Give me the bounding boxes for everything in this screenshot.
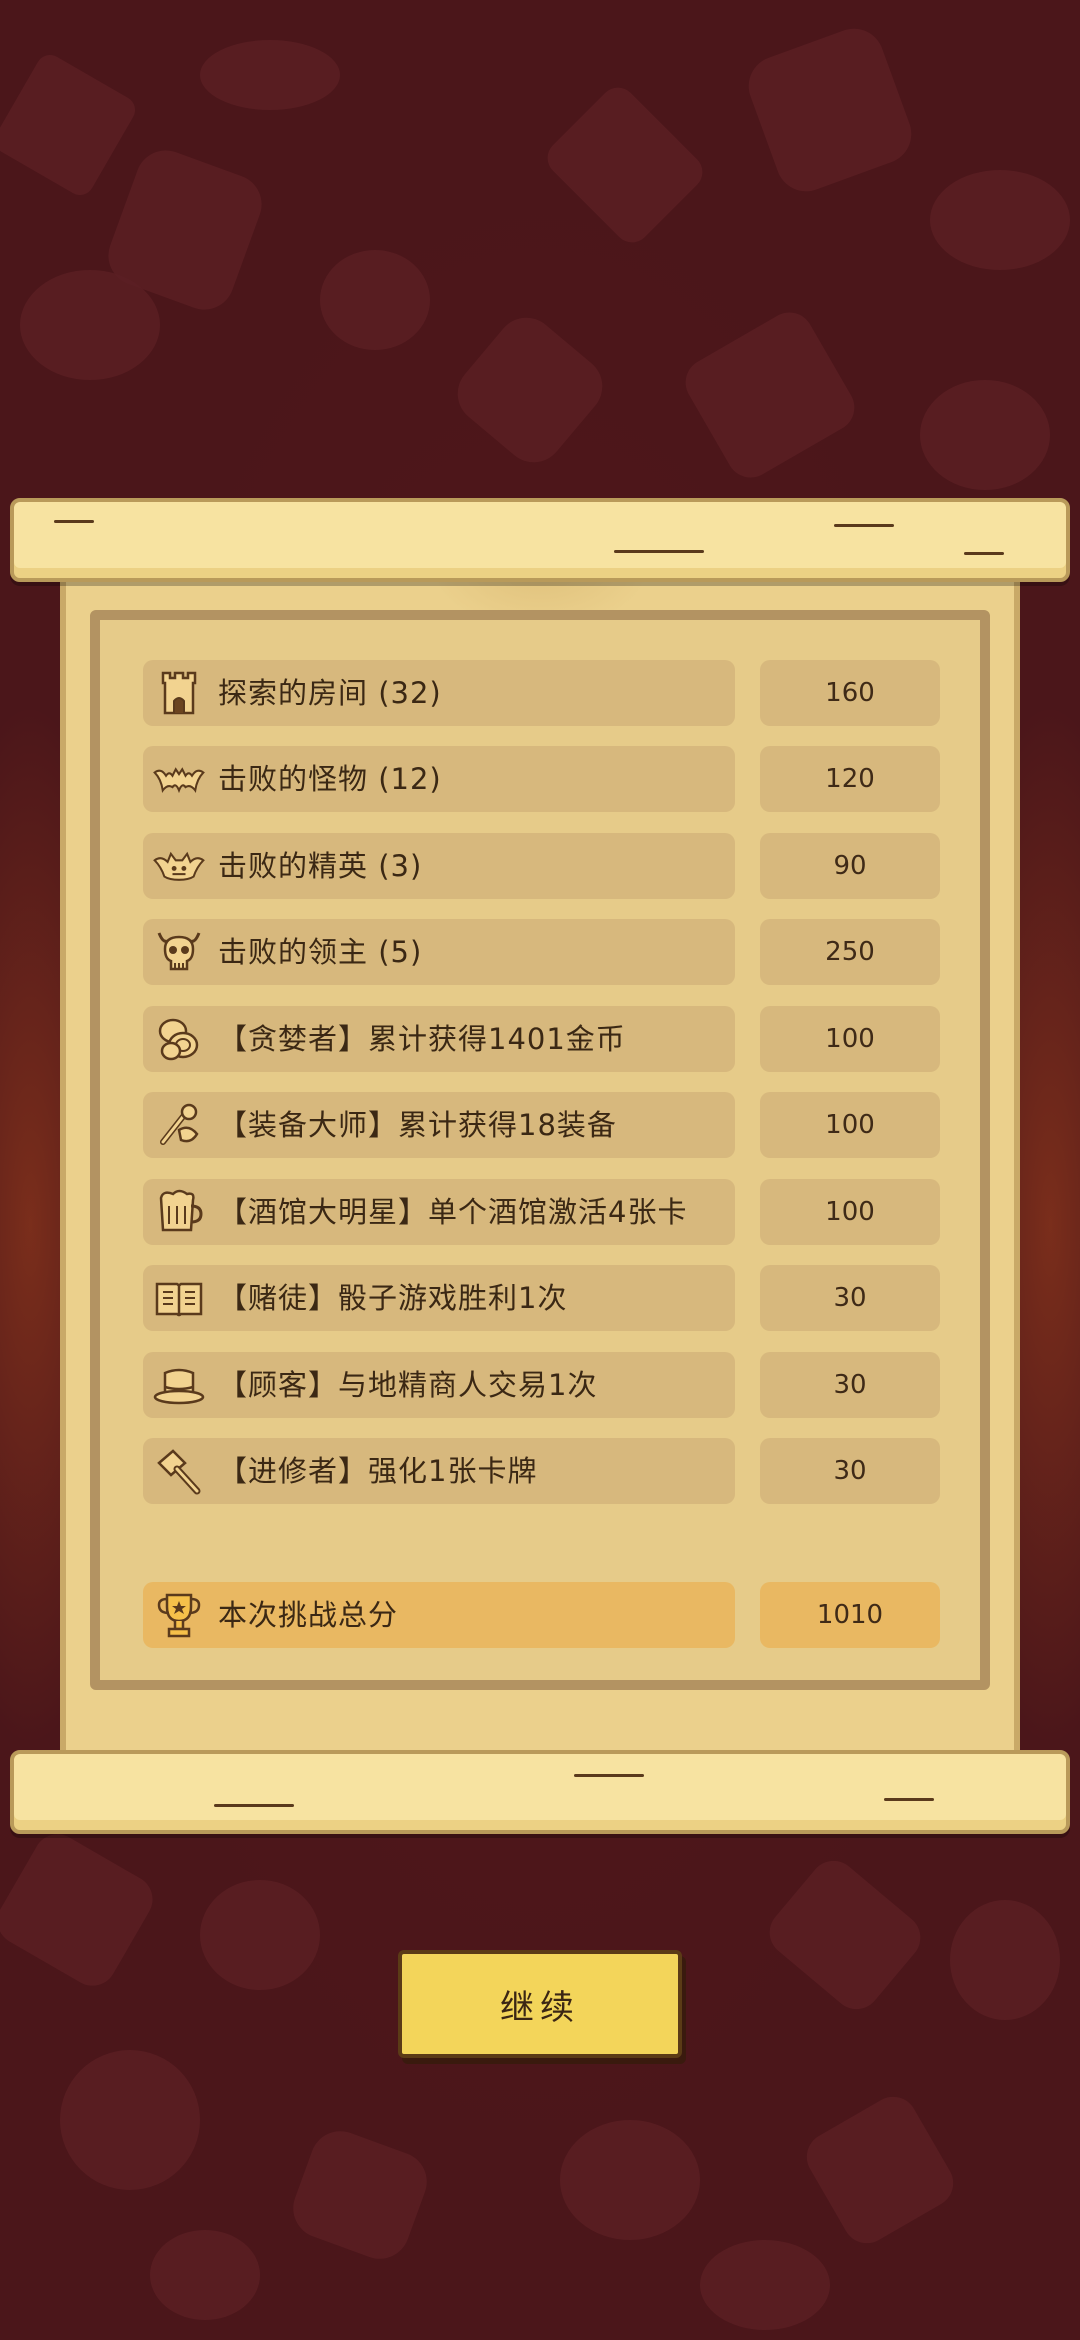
- stat-label: 【进修者】强化1张卡牌: [218, 1454, 538, 1488]
- book-icon: [153, 1273, 205, 1323]
- stat-label-pill: 【贪婪者】累计获得1401金币: [143, 1006, 735, 1072]
- stat-value: 120: [760, 746, 940, 812]
- elite-demon-icon: [153, 841, 205, 891]
- hammer-icon: [153, 1446, 205, 1496]
- continue-button[interactable]: 继续: [398, 1950, 682, 2058]
- stat-label: 探索的房间 (32): [218, 676, 442, 710]
- stat-label-pill: 击败的精英 (3): [143, 833, 735, 899]
- stat-row-gambler: 【赌徒】骰子游戏胜利1次 30: [143, 1265, 940, 1331]
- stat-value: 100: [760, 1006, 940, 1072]
- bat-icon: [153, 754, 205, 804]
- stat-row-tavern-star: 【酒馆大明星】单个酒馆激活4张卡 100: [143, 1179, 940, 1245]
- tower-icon: [153, 668, 205, 718]
- stat-value: 30: [760, 1352, 940, 1418]
- stat-label: 击败的领主 (5): [218, 935, 423, 969]
- stat-label-pill: 【装备大师】累计获得18装备: [143, 1092, 735, 1158]
- stat-value: 100: [760, 1092, 940, 1158]
- total-label-pill: 本次挑战总分: [143, 1582, 735, 1648]
- stat-label-pill: 【进修者】强化1张卡牌: [143, 1438, 735, 1504]
- stat-label-pill: 击败的怪物 (12): [143, 746, 735, 812]
- total-score-row: 本次挑战总分 1010: [143, 1582, 940, 1648]
- stat-row-bosses: 击败的领主 (5) 250: [143, 919, 940, 985]
- stat-label: 【酒馆大明星】单个酒馆激活4张卡: [218, 1195, 688, 1229]
- top-hat-icon: [153, 1360, 205, 1410]
- stat-value: 160: [760, 660, 940, 726]
- stat-label-pill: 【顾客】与地精商人交易1次: [143, 1352, 735, 1418]
- total-label: 本次挑战总分: [218, 1598, 399, 1632]
- beer-mug-icon: [153, 1187, 205, 1237]
- stat-value: 100: [760, 1179, 940, 1245]
- stat-row-monsters: 击败的怪物 (12) 120: [143, 746, 940, 812]
- stat-label-pill: 【酒馆大明星】单个酒馆激活4张卡: [143, 1179, 735, 1245]
- stat-label: 【贪婪者】累计获得1401金币: [218, 1022, 626, 1056]
- scroll-top-rod: [10, 498, 1070, 582]
- stat-row-greedy: 【贪婪者】累计获得1401金币 100: [143, 1006, 940, 1072]
- stat-value: 30: [760, 1265, 940, 1331]
- stat-label: 击败的精英 (3): [218, 849, 423, 883]
- boss-skull-icon: [153, 927, 205, 977]
- stat-label-pill: 探索的房间 (32): [143, 660, 735, 726]
- stat-row-equipment-master: 【装备大师】累计获得18装备 100: [143, 1092, 940, 1158]
- stat-value: 30: [760, 1438, 940, 1504]
- equipment-icon: [153, 1100, 205, 1150]
- stat-value: 250: [760, 919, 940, 985]
- stat-label: 击败的怪物 (12): [218, 762, 442, 796]
- scroll-bottom-rod: [10, 1750, 1070, 1834]
- stat-row-rooms: 探索的房间 (32) 160: [143, 660, 940, 726]
- stat-value: 90: [760, 833, 940, 899]
- stat-label: 【赌徒】骰子游戏胜利1次: [218, 1281, 568, 1315]
- trophy-icon: [153, 1590, 205, 1640]
- stat-label-pill: 【赌徒】骰子游戏胜利1次: [143, 1265, 735, 1331]
- stat-label: 【装备大师】累计获得18装备: [218, 1108, 617, 1142]
- stat-label: 【顾客】与地精商人交易1次: [218, 1368, 598, 1402]
- stat-row-customer: 【顾客】与地精商人交易1次 30: [143, 1352, 940, 1418]
- stat-row-elites: 击败的精英 (3) 90: [143, 833, 940, 899]
- total-value: 1010: [760, 1582, 940, 1648]
- stat-row-trainee: 【进修者】强化1张卡牌 30: [143, 1438, 940, 1504]
- stat-label-pill: 击败的领主 (5): [143, 919, 735, 985]
- coins-icon: [153, 1014, 205, 1064]
